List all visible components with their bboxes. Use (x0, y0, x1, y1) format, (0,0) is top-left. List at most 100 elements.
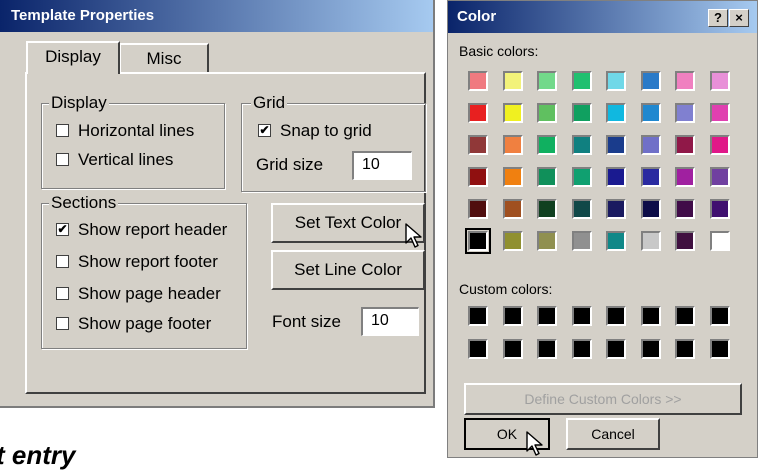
checkbox-label: Show page footer (78, 314, 212, 333)
custom-colors-label: Custom colors: (459, 281, 553, 297)
basic-color-swatch[interactable] (709, 167, 730, 187)
color-dialog: Color ? × Basic colors: Custom colors: D… (447, 0, 758, 458)
checkbox-box[interactable]: ✔ (258, 124, 271, 137)
checkbox-label: Horizontal lines (78, 121, 195, 140)
basic-color-swatch[interactable] (675, 135, 695, 155)
basic-color-swatch[interactable] (571, 71, 592, 91)
custom-color-swatch[interactable] (571, 339, 592, 359)
custom-color-swatch[interactable] (537, 339, 557, 359)
basic-color-swatch[interactable] (502, 135, 523, 155)
tab-misc[interactable]: Misc (119, 43, 209, 73)
define-custom-colors-button[interactable]: Define Custom Colors >> (464, 383, 742, 415)
custom-color-swatch[interactable] (537, 306, 557, 326)
basic-color-swatch[interactable] (571, 167, 592, 187)
checkbox-box[interactable] (56, 153, 69, 166)
basic-color-swatch[interactable] (537, 167, 557, 187)
basic-color-swatch[interactable] (465, 228, 491, 254)
template-properties-dialog: Template Properties Display Misc Display… (0, 0, 435, 408)
checkbox-label: Vertical lines (78, 150, 174, 169)
checkbox-label: Show report header (78, 220, 228, 239)
set-line-color-button[interactable]: Set Line Color (271, 250, 425, 290)
basic-color-swatch[interactable] (709, 135, 730, 155)
custom-color-swatch[interactable] (502, 339, 523, 359)
custom-color-swatch[interactable] (606, 339, 626, 359)
basic-color-swatch[interactable] (571, 199, 592, 219)
grid-size-label: Grid size (256, 155, 324, 174)
basic-color-swatch[interactable] (606, 167, 626, 187)
basic-color-swatch[interactable] (502, 167, 523, 187)
basic-color-swatch[interactable] (537, 199, 557, 219)
cancel-button[interactable]: Cancel (566, 418, 660, 450)
basic-color-swatch[interactable] (537, 103, 557, 123)
help-button[interactable]: ? (708, 9, 728, 27)
tab-display[interactable]: Display (26, 41, 120, 74)
checkbox-box[interactable] (56, 124, 69, 137)
close-button[interactable]: × (729, 9, 749, 27)
basic-color-swatch[interactable] (537, 135, 557, 155)
custom-color-swatch[interactable] (675, 306, 695, 326)
basic-color-swatch[interactable] (537, 231, 557, 251)
custom-color-swatch[interactable] (675, 339, 695, 359)
basic-color-swatch[interactable] (606, 71, 626, 91)
basic-color-swatch[interactable] (502, 231, 523, 251)
checkbox-box[interactable] (56, 287, 69, 300)
custom-color-swatch[interactable] (468, 306, 488, 326)
custom-color-swatch[interactable] (640, 339, 661, 359)
basic-color-swatch[interactable] (640, 167, 661, 187)
basic-color-swatch[interactable] (468, 167, 488, 187)
basic-color-swatch[interactable] (606, 231, 626, 251)
basic-color-swatch[interactable] (640, 231, 661, 251)
basic-color-swatch[interactable] (468, 199, 488, 219)
basic-color-swatch[interactable] (502, 199, 523, 219)
custom-color-swatch[interactable] (709, 306, 730, 326)
basic-color-swatch[interactable] (468, 135, 488, 155)
basic-color-swatch[interactable] (640, 199, 661, 219)
custom-color-swatch[interactable] (640, 306, 661, 326)
grid-size-input[interactable]: 10 (352, 151, 412, 180)
sections-group-label: Sections (49, 193, 119, 212)
basic-color-swatch[interactable] (640, 71, 661, 91)
basic-color-swatch[interactable] (640, 103, 661, 123)
basic-color-swatch[interactable] (606, 199, 626, 219)
basic-color-swatch[interactable] (502, 71, 523, 91)
checkbox-label: Snap to grid (280, 121, 372, 140)
basic-color-swatch[interactable] (571, 103, 592, 123)
custom-color-swatch[interactable] (606, 306, 626, 326)
basic-color-swatch[interactable] (709, 103, 730, 123)
mouse-pointer-icon (405, 223, 422, 248)
basic-color-swatch[interactable] (468, 103, 488, 123)
custom-color-swatch[interactable] (571, 306, 592, 326)
basic-color-swatch[interactable] (502, 103, 523, 123)
mouse-pointer-icon (526, 431, 543, 456)
checkbox-box[interactable] (56, 317, 69, 330)
basic-color-swatch[interactable] (709, 71, 730, 91)
basic-color-swatch[interactable] (675, 71, 695, 91)
basic-color-swatch[interactable] (675, 231, 695, 251)
font-size-input[interactable]: 10 (361, 307, 419, 336)
caption-text: t entry (0, 440, 76, 470)
title-bar: Color ? × (448, 1, 757, 33)
dialog-title: Template Properties (11, 7, 155, 24)
basic-color-swatch[interactable] (640, 135, 661, 155)
set-text-color-button[interactable]: Set Text Color (271, 203, 425, 243)
custom-color-swatch[interactable] (468, 339, 488, 359)
basic-color-swatch[interactable] (537, 71, 557, 91)
checkbox-box[interactable]: ✔ (56, 223, 69, 236)
basic-color-swatch[interactable] (571, 231, 592, 251)
basic-color-swatch[interactable] (606, 103, 626, 123)
checkbox-label: Show report footer (78, 252, 218, 271)
checkbox-box[interactable] (56, 255, 69, 268)
custom-color-swatch[interactable] (709, 339, 730, 359)
display-group-label: Display (49, 93, 109, 112)
basic-color-swatch[interactable] (675, 103, 695, 123)
basic-color-swatch[interactable] (468, 71, 488, 91)
basic-color-swatch[interactable] (675, 167, 695, 187)
grid-group-label: Grid (251, 93, 288, 112)
custom-color-swatch[interactable] (502, 306, 523, 326)
basic-color-swatch[interactable] (675, 199, 695, 219)
basic-color-swatch[interactable] (571, 135, 592, 155)
basic-color-swatch[interactable] (606, 135, 626, 155)
basic-color-swatch[interactable] (709, 199, 730, 219)
font-size-label: Font size (272, 312, 341, 331)
basic-color-swatch[interactable] (709, 231, 730, 251)
